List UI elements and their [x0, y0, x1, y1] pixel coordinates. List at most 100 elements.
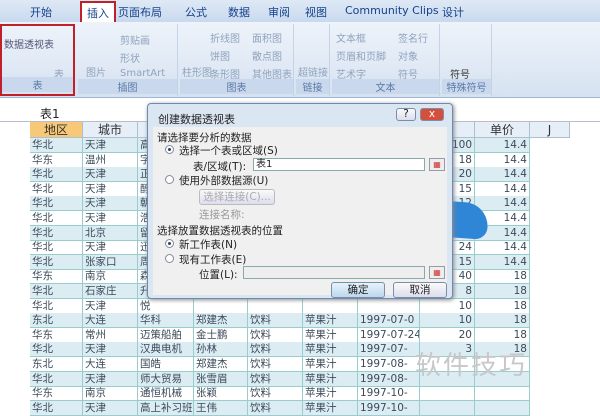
- table-cell[interactable]: 华北: [30, 254, 83, 270]
- table-cell[interactable]: 北京: [83, 225, 138, 241]
- table-cell[interactable]: 悦: [138, 298, 194, 314]
- cancel-button[interactable]: 取消: [393, 282, 447, 298]
- table-cell[interactable]: 1997-07-24: [358, 327, 420, 343]
- table-cell[interactable]: 18: [475, 284, 530, 299]
- table-cell[interactable]: 华东: [30, 386, 83, 402]
- table-cell[interactable]: 华东: [30, 269, 83, 285]
- tab-7[interactable]: Community Clips: [345, 4, 439, 17]
- table-cell[interactable]: 苹果汁: [303, 327, 358, 343]
- table-cell[interactable]: 1997-08-: [358, 371, 420, 387]
- table-cell[interactable]: 10: [420, 298, 475, 314]
- picture-button[interactable]: 图片: [86, 64, 106, 79]
- table-cell[interactable]: 南京: [83, 269, 138, 285]
- table-cell[interactable]: 14.4: [475, 152, 530, 168]
- pie-chart-button[interactable]: 饼图: [210, 48, 230, 63]
- table-range-input[interactable]: 表1: [253, 158, 425, 171]
- table-cell[interactable]: 18: [475, 313, 530, 329]
- location-input[interactable]: [243, 266, 425, 279]
- table-cell[interactable]: 18: [475, 298, 530, 314]
- table-cell[interactable]: 苹果汁: [303, 342, 358, 358]
- table-cell[interactable]: 迈策船舶: [138, 327, 194, 343]
- table-cell[interactable]: 通恒机械: [138, 386, 194, 402]
- table-cell[interactable]: 14.4: [475, 240, 530, 256]
- table-cell[interactable]: [358, 298, 420, 314]
- column-header[interactable]: 地区: [30, 122, 83, 138]
- table-cell[interactable]: 华北: [30, 167, 83, 183]
- table-cell[interactable]: 18: [475, 327, 530, 343]
- radio-existing-worksheet[interactable]: [165, 254, 174, 263]
- choose-connection-button[interactable]: 选择连接(C)...: [199, 189, 275, 205]
- table-cell[interactable]: 饮料: [248, 357, 303, 372]
- table-cell[interactable]: 饮料: [248, 327, 303, 343]
- table-cell[interactable]: 郑建杰: [194, 313, 248, 329]
- table-cell[interactable]: 大连: [83, 313, 138, 329]
- table-cell[interactable]: [420, 400, 475, 416]
- table-cell[interactable]: 苹果汁: [303, 400, 358, 416]
- table-cell[interactable]: [475, 386, 530, 402]
- table-cell[interactable]: 师大贸易: [138, 371, 194, 387]
- table-cell[interactable]: 华北: [30, 211, 83, 226]
- table-cell[interactable]: 天津: [83, 342, 138, 358]
- table-cell[interactable]: 郑建杰: [194, 357, 248, 372]
- table-cell[interactable]: [475, 400, 530, 416]
- line-chart-button[interactable]: 折线图: [210, 30, 240, 45]
- column-chart-button[interactable]: 柱形图: [182, 64, 212, 79]
- tab-4[interactable]: 数据: [228, 4, 250, 20]
- table-cell[interactable]: 华北: [30, 400, 83, 416]
- table-cell[interactable]: 张家口: [83, 254, 138, 270]
- table-cell[interactable]: 张雪眉: [194, 371, 248, 387]
- table-cell[interactable]: 10: [420, 313, 475, 329]
- table-cell[interactable]: 饮料: [248, 342, 303, 358]
- table-cell[interactable]: 天津: [83, 240, 138, 256]
- table-cell[interactable]: 1997-10-: [358, 386, 420, 402]
- table-cell[interactable]: 18: [475, 269, 530, 285]
- table-cell[interactable]: 华北: [30, 225, 83, 241]
- close-button[interactable]: x: [420, 108, 444, 121]
- table-cell[interactable]: 14.4: [475, 254, 530, 270]
- table-cell[interactable]: 14.4: [475, 196, 530, 212]
- table-cell[interactable]: 天津: [83, 298, 138, 314]
- radio-new-worksheet[interactable]: [165, 239, 174, 248]
- table-cell[interactable]: 华东: [30, 327, 83, 343]
- table-cell[interactable]: 华北: [30, 138, 83, 153]
- table-cell[interactable]: 常州: [83, 327, 138, 343]
- ok-button[interactable]: 确定: [331, 282, 385, 298]
- table-cell[interactable]: 王伟: [194, 400, 248, 416]
- table-cell[interactable]: 华东: [30, 152, 83, 168]
- table-cell[interactable]: [248, 298, 303, 314]
- table-cell[interactable]: 南京: [83, 386, 138, 402]
- table-cell[interactable]: 华北: [30, 342, 83, 358]
- radio-select-range[interactable]: [165, 145, 174, 154]
- radio-external-source[interactable]: [165, 175, 174, 184]
- tab-5[interactable]: 审阅: [268, 4, 290, 20]
- signature-line-button[interactable]: 签名行: [398, 30, 428, 45]
- table-cell[interactable]: 汉典电机: [138, 342, 194, 358]
- header-footer-button[interactable]: 页眉和页脚: [336, 48, 386, 63]
- table-cell[interactable]: 华科: [138, 313, 194, 329]
- table-cell[interactable]: 天津: [83, 211, 138, 226]
- help-button[interactable]: ?: [396, 108, 416, 121]
- column-header[interactable]: 单价: [475, 122, 530, 138]
- table-cell[interactable]: 14.4: [475, 167, 530, 183]
- table-cell[interactable]: 天津: [83, 181, 138, 197]
- name-box[interactable]: 表1: [40, 105, 130, 122]
- table-cell[interactable]: 国皓: [138, 357, 194, 372]
- object-button[interactable]: 对象: [398, 48, 418, 63]
- table-cell[interactable]: 石家庄: [83, 284, 138, 299]
- table-cell[interactable]: 饮料: [248, 313, 303, 329]
- table-cell[interactable]: [303, 298, 358, 314]
- table-cell[interactable]: 1997-10-: [358, 400, 420, 416]
- table-cell[interactable]: 大连: [83, 357, 138, 372]
- tab-6[interactable]: 视图: [305, 4, 327, 20]
- scatter-chart-button[interactable]: 散点图: [252, 48, 282, 63]
- table-cell[interactable]: 高上补习班: [138, 400, 194, 416]
- column-header[interactable]: J: [530, 122, 570, 138]
- pivot-table-button[interactable]: 数据透视表: [4, 36, 54, 51]
- table-cell[interactable]: 华北: [30, 196, 83, 212]
- tab-2[interactable]: 页面布局: [118, 4, 162, 20]
- table-cell[interactable]: 华北: [30, 240, 83, 256]
- table-cell[interactable]: 张颖: [194, 386, 248, 402]
- tab-0[interactable]: 开始: [30, 4, 52, 20]
- area-chart-button[interactable]: 面积图: [252, 30, 282, 45]
- table-cell[interactable]: 华北: [30, 298, 83, 314]
